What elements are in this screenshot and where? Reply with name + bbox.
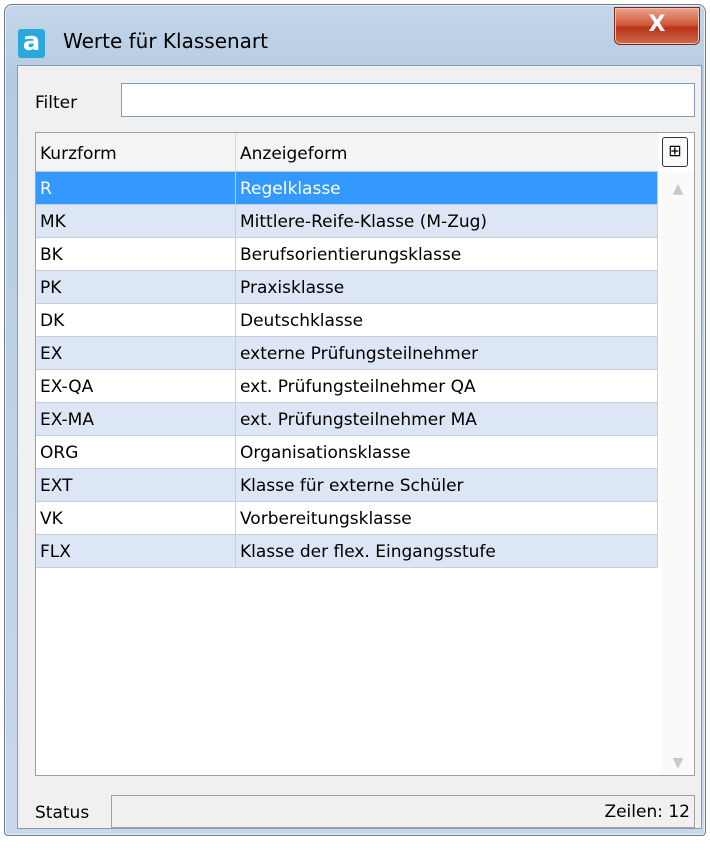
cell-anzeigeform: Klasse der flex. Eingangsstufe xyxy=(236,535,658,567)
table-row[interactable]: EX-MA ext. Prüfungsteilnehmer MA xyxy=(36,403,658,436)
column-header-kurzform[interactable]: Kurzform xyxy=(36,133,236,171)
table-row[interactable]: EX-QA ext. Prüfungsteilnehmer QA xyxy=(36,370,658,403)
table-row[interactable]: BK Berufsorientierungsklasse xyxy=(36,238,658,271)
filter-input[interactable] xyxy=(121,83,695,117)
dialog-client-area: Filter Kurzform Anzeigeform ⊞ R Regelklas… xyxy=(17,65,702,829)
cell-kurzform: EX-MA xyxy=(36,403,236,435)
values-grid: Kurzform Anzeigeform ⊞ R Regelklasse MK Mit… xyxy=(35,132,695,776)
cell-kurzform: ORG xyxy=(36,436,236,468)
column-header-anzeigeform[interactable]: Anzeigeform xyxy=(236,133,658,171)
grid-header: Kurzform Anzeigeform xyxy=(36,133,658,172)
window-title: Werte für Klassenart xyxy=(63,29,268,53)
cell-anzeigeform: Berufsorientierungsklasse xyxy=(236,238,658,270)
cell-anzeigeform: Klasse für externe Schüler xyxy=(236,469,658,501)
column-chooser-icon[interactable]: ⊞ xyxy=(662,137,688,167)
cell-kurzform: MK xyxy=(36,205,236,237)
cell-kurzform: DK xyxy=(36,304,236,336)
table-row[interactable]: FLX Klasse der flex. Eingangsstufe xyxy=(36,535,658,568)
cell-anzeigeform: ext. Prüfungsteilnehmer QA xyxy=(236,370,658,402)
table-row[interactable]: DK Deutschklasse xyxy=(36,304,658,337)
cell-kurzform: BK xyxy=(36,238,236,270)
table-row[interactable]: R Regelklasse xyxy=(36,172,658,205)
cell-kurzform: EX-QA xyxy=(36,370,236,402)
table-row[interactable]: EXT Klasse für externe Schüler xyxy=(36,469,658,502)
cell-kurzform: R xyxy=(36,172,236,204)
cell-anzeigeform: Mittlere-Reife-Klasse (M-Zug) xyxy=(236,205,658,237)
cell-kurzform: EX xyxy=(36,337,236,369)
cell-kurzform: PK xyxy=(36,271,236,303)
table-row[interactable]: ORG Organisationsklasse xyxy=(36,436,658,469)
cell-anzeigeform: Praxisklasse xyxy=(236,271,658,303)
cell-anzeigeform: Deutschklasse xyxy=(236,304,658,336)
vertical-scrollbar[interactable]: ▲ ▼ xyxy=(661,172,694,775)
app-icon: a xyxy=(18,29,45,58)
table-row[interactable]: EX externe Prüfungsteilnehmer xyxy=(36,337,658,370)
grid-rows: R Regelklasse MK Mittlere-Reife-Klasse (M-Z… xyxy=(36,172,658,568)
dialog-window: a Werte für Klassenart X Filter Kurzform… xyxy=(4,4,706,836)
scroll-down-icon[interactable]: ▼ xyxy=(667,754,689,772)
cell-kurzform: VK xyxy=(36,502,236,534)
table-row[interactable]: MK Mittlere-Reife-Klasse (M-Zug) xyxy=(36,205,658,238)
cell-kurzform: FLX xyxy=(36,535,236,567)
cell-anzeigeform: Organisationsklasse xyxy=(236,436,658,468)
cell-anzeigeform: Vorbereitungsklasse xyxy=(236,502,658,534)
row-count: Zeilen: 12 xyxy=(604,802,690,822)
scroll-up-icon[interactable]: ▲ xyxy=(667,180,689,198)
table-row[interactable]: PK Praxisklasse xyxy=(36,271,658,304)
cell-kurzform: EXT xyxy=(36,469,236,501)
cell-anzeigeform: ext. Prüfungsteilnehmer MA xyxy=(236,403,658,435)
close-button[interactable]: X xyxy=(614,7,700,45)
cell-anzeigeform: Regelklasse xyxy=(236,172,658,204)
cell-anzeigeform: externe Prüfungsteilnehmer xyxy=(236,337,658,369)
status-field: Zeilen: 12 xyxy=(111,795,695,828)
filter-label: Filter xyxy=(35,93,78,113)
table-row[interactable]: VK Vorbereitungsklasse xyxy=(36,502,658,535)
status-label: Status xyxy=(35,803,90,823)
